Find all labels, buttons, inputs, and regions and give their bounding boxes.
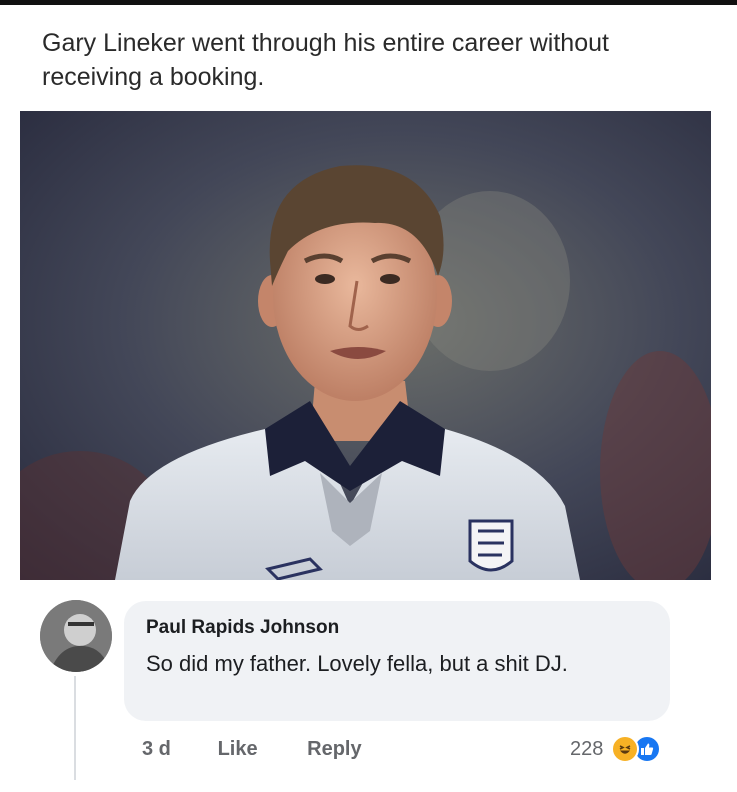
comment-author[interactable]: Paul Rapids Johnson xyxy=(146,617,339,639)
top-border xyxy=(0,0,737,5)
comment-actions: 3 d Like Reply xyxy=(142,738,362,761)
comment-text: So did my father. Lovely fella, but a sh… xyxy=(146,651,568,676)
reaction-count: 228 xyxy=(570,737,604,760)
haha-icon xyxy=(611,735,640,763)
thread-line xyxy=(74,676,76,780)
post-text: Gary Lineker went through his entire car… xyxy=(42,29,609,91)
player-photo-illustration xyxy=(20,111,711,580)
reaction-summary[interactable]: 228 xyxy=(570,734,662,764)
comment-bubble: Paul Rapids Johnson So did my father. Lo… xyxy=(124,601,670,721)
post-photo[interactable] xyxy=(20,111,711,580)
avatar-image xyxy=(40,600,112,672)
like-button[interactable]: Like xyxy=(218,738,302,761)
comment-timestamp[interactable]: 3 d xyxy=(142,738,212,761)
reply-button[interactable]: Reply xyxy=(307,738,361,761)
commenter-avatar[interactable] xyxy=(40,600,112,672)
